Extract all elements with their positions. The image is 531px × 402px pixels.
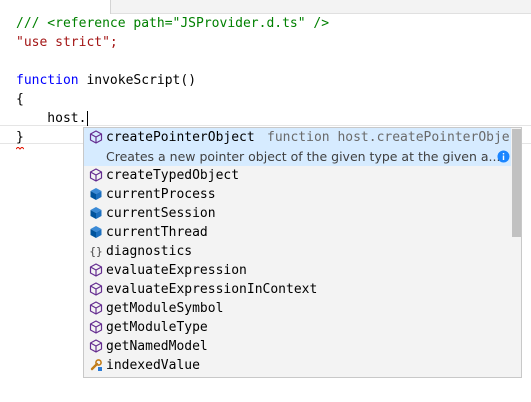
text-cursor [87,111,89,126]
active-editor-tab[interactable] [0,0,111,14]
suggestion-label: getModuleType [106,320,208,335]
suggestion-label: diagnostics [106,244,193,259]
suggestion-label: getModuleSymbol [106,301,224,316]
suggestion-item[interactable]: getNamedModel [84,337,512,356]
suggestion-item[interactable]: currentThread [84,223,512,242]
suggestion-label: evaluateExpressionInContext [106,282,318,297]
method-cube-icon [89,130,103,144]
method-cube-icon [89,320,103,334]
svg-text:{}: {} [89,245,102,258]
info-icon[interactable] [497,150,510,163]
suggestion-documentation: Creates a new pointer object of the give… [106,149,501,164]
code-line-7: } [16,130,24,145]
suggestion-label: currentThread [106,225,208,240]
keyword-function: function [16,73,79,88]
suggestion-scrollbar[interactable] [511,128,521,377]
suggestion-item[interactable]: {} diagnostics [84,242,512,261]
suggestion-item[interactable]: evaluateExpression [84,261,512,280]
host-expression: host. [16,111,87,126]
field-cube-icon [90,188,102,200]
editor-tab-bar [0,0,531,14]
suggestion-label: currentSession [106,206,216,221]
suggestion-label: getNamedModel [106,339,208,354]
code-line-5: { [16,92,24,107]
suggestion-item[interactable]: getModuleSymbol [84,299,512,318]
namespace-braces-icon: {} [89,245,102,258]
code-line-2: "use strict"; [16,35,118,50]
suggestion-widget[interactable]: createPointerObject function host.create… [83,127,522,378]
error-squiggle [16,147,24,150]
code-line-6: host. [16,109,89,128]
code-line-4: function invokeScript() [16,71,196,90]
suggestion-item[interactable]: currentSession [84,204,512,223]
function-signature: invokeScript() [78,73,197,88]
scrollbar-thumb[interactable] [512,129,521,237]
field-cube-icon [90,226,102,238]
suggestion-label: currentProcess [106,187,216,202]
field-cube-icon [90,207,102,219]
method-cube-icon [89,301,103,315]
method-cube-icon [89,168,103,182]
method-cube-icon [89,282,103,296]
suggestion-item[interactable]: currentProcess [84,185,512,204]
suggestion-label: evaluateExpression [106,263,247,278]
suggestion-label: createTypedObject [106,168,240,183]
method-cube-icon [89,263,103,277]
suggestion-item[interactable]: indexedValue [84,356,512,375]
method-cube-icon [89,339,103,353]
suggestion-detail: function host.createPointerObje... [267,130,522,145]
suggestion-label: createPointerObject [106,130,255,145]
code-line-1: /// <reference path="JSProvider.d.ts" /> [16,16,330,31]
suggestion-item[interactable]: createTypedObject [84,166,512,185]
suggestion-item[interactable]: evaluateExpressionInContext [84,280,512,299]
suggestion-label: indexedValue [106,358,200,373]
suggestion-item-selected[interactable]: createPointerObject function host.create… [84,128,521,166]
property-wrench-icon [90,359,102,371]
suggestion-item[interactable]: getModuleType [84,318,512,337]
